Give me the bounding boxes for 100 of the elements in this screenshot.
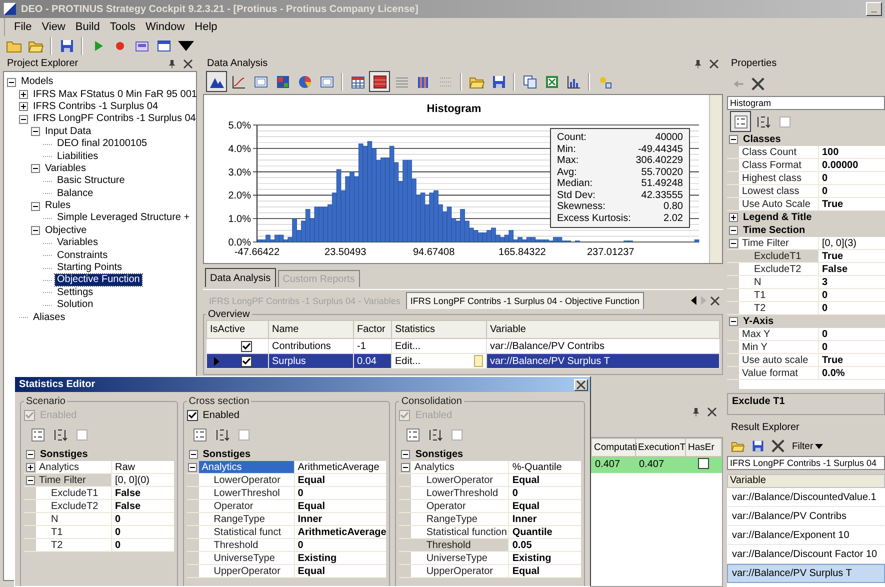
property-value[interactable]: 0 xyxy=(819,302,885,314)
property-value[interactable]: ArithmeticAverage xyxy=(294,461,386,473)
tree-item[interactable]: IFRS Max FStatus 0 Min FaR 95 001 xyxy=(31,88,199,101)
property-name[interactable]: T2 xyxy=(739,302,819,314)
property-name[interactable]: Lowest class xyxy=(739,185,819,197)
scrollbar[interactable] xyxy=(709,95,722,263)
property-name[interactable]: Use Auto Scale xyxy=(739,198,819,210)
property-value[interactable]: 0.00000 xyxy=(819,159,885,171)
tree-item[interactable]: Input Data xyxy=(43,126,94,138)
property-value[interactable]: True xyxy=(819,198,885,210)
close-icon[interactable] xyxy=(709,58,719,68)
minus-box-icon[interactable] xyxy=(188,462,198,472)
property-name[interactable]: Statistical funct xyxy=(198,526,295,538)
minus-box-icon[interactable] xyxy=(19,114,28,124)
list-item[interactable]: var://Balance/DiscountedValue.1 xyxy=(727,488,885,507)
source-dropdown[interactable]: IFRS LongPF Contribs -1 Surplus 04 xyxy=(727,456,885,470)
checkbox[interactable] xyxy=(186,410,198,420)
property-name[interactable]: ExcludeT1 xyxy=(739,250,819,262)
plus-box-icon[interactable] xyxy=(729,213,738,222)
property-name[interactable]: Threshold xyxy=(198,539,295,551)
property-name[interactable]: Class Count xyxy=(739,146,819,158)
minus-box-icon[interactable] xyxy=(188,450,198,459)
property-value[interactable]: 0 xyxy=(294,487,386,499)
property-name[interactable]: LowerOperator xyxy=(198,474,295,486)
open-folder-icon[interactable] xyxy=(731,439,745,453)
document-tab[interactable]: IFRS LongPF Contribs -1 Surplus 04 - Objective Function xyxy=(406,292,644,309)
column-header[interactable]: Variable xyxy=(727,474,885,488)
close-icon[interactable] xyxy=(707,407,717,417)
pin-icon[interactable] xyxy=(693,58,703,68)
checkbox[interactable] xyxy=(698,458,709,468)
property-name[interactable]: Max Y xyxy=(739,328,819,340)
plus-box-icon[interactable] xyxy=(19,90,28,100)
minus-box-icon[interactable] xyxy=(729,226,738,235)
property-name[interactable]: UpperOperator xyxy=(198,565,295,577)
pin-icon[interactable] xyxy=(691,407,701,417)
close-icon[interactable] xyxy=(183,58,193,68)
minus-box-icon[interactable] xyxy=(729,135,738,144)
toolbar-button[interactable] xyxy=(206,71,227,92)
tree-item[interactable]: Liabilities xyxy=(55,150,100,163)
menu-item[interactable]: File xyxy=(9,19,37,35)
property-name[interactable]: LowerThreshol xyxy=(198,487,295,499)
minus-box-icon[interactable] xyxy=(728,238,738,248)
tree-item[interactable]: DEO final 20100105 xyxy=(55,138,150,150)
column-header[interactable]: IsActive xyxy=(206,320,268,338)
tree-item[interactable]: Aliases xyxy=(31,312,68,324)
menu-item[interactable]: Window xyxy=(140,19,190,35)
property-name[interactable]: Min Y xyxy=(739,341,819,353)
column-header[interactable]: Name xyxy=(268,320,354,338)
property-value[interactable]: [0, 0](3) xyxy=(819,237,885,249)
property-value[interactable]: Equal xyxy=(294,565,386,577)
tree-item[interactable]: Starting Points xyxy=(55,262,124,274)
tree-item[interactable]: IFRS Contribs -1 Surplus 04 xyxy=(31,100,160,113)
toolbar-button[interactable] xyxy=(730,111,751,132)
edit-cell[interactable]: Edit... xyxy=(392,354,486,368)
close-icon[interactable] xyxy=(751,77,765,91)
property-value[interactable]: 0 xyxy=(819,341,885,353)
column-header[interactable]: Computati xyxy=(592,438,636,456)
property-name[interactable]: Analytics xyxy=(198,461,295,473)
property-value[interactable]: Equal xyxy=(294,474,386,486)
checkbox[interactable] xyxy=(241,340,252,352)
toolbar-button[interactable] xyxy=(369,71,390,92)
property-name[interactable]: Time Filter xyxy=(739,237,819,249)
tree-item[interactable]: Constraints xyxy=(55,250,110,262)
minus-box-icon[interactable] xyxy=(31,127,40,136)
list-item[interactable]: var://Balance/PV Contribs xyxy=(727,507,885,526)
object-dropdown[interactable]: Histogram xyxy=(727,96,885,110)
column-header[interactable]: ExecutionT xyxy=(636,438,686,456)
grid-row[interactable]: Surplus 0.04 Edit... var://Balance/PV Surplus T xyxy=(206,354,720,368)
column-header[interactable]: Factor xyxy=(354,320,392,338)
property-value[interactable]: True xyxy=(819,250,885,262)
property-name[interactable]: T1 xyxy=(739,289,819,301)
column-header[interactable]: Statistics xyxy=(392,320,486,338)
column-header[interactable]: Variable xyxy=(486,320,720,338)
minus-box-icon[interactable] xyxy=(7,78,16,87)
filter-button[interactable]: Filter xyxy=(791,440,824,452)
column-header[interactable]: HasEr xyxy=(686,438,722,456)
property-value[interactable]: 0 xyxy=(819,172,885,184)
property-value[interactable]: False xyxy=(819,263,885,275)
property-value[interactable]: ArithmeticAverage xyxy=(294,526,386,538)
list-item[interactable]: var://Balance/PV Surplus T xyxy=(727,564,885,583)
property-name[interactable]: Highest class xyxy=(739,172,819,184)
menu-item[interactable]: Help xyxy=(190,19,222,35)
close-icon[interactable] xyxy=(771,439,785,453)
property-value[interactable]: 0 xyxy=(819,185,885,197)
property-name[interactable]: UniverseType xyxy=(198,552,295,564)
property-value[interactable]: 0 xyxy=(819,289,885,301)
tab[interactable]: Data Analysis xyxy=(205,268,276,287)
tree-item[interactable]: Variables xyxy=(55,237,100,250)
tree-item[interactable]: Objective Function xyxy=(55,274,142,286)
property-value[interactable]: 100 xyxy=(819,146,885,158)
tree-item[interactable]: Balance xyxy=(55,188,96,200)
menu-item[interactable]: Build xyxy=(70,19,105,35)
property-name[interactable]: RangeType xyxy=(198,513,295,525)
tree-item[interactable]: Solution xyxy=(55,299,96,312)
property-value[interactable]: True xyxy=(819,354,885,366)
tree-item[interactable]: Settings xyxy=(55,286,96,299)
menu-item[interactable]: Tools xyxy=(104,19,141,35)
minus-box-icon[interactable] xyxy=(31,226,40,236)
property-name[interactable]: ExcludeT2 xyxy=(739,263,819,275)
pin-icon[interactable] xyxy=(167,58,177,68)
